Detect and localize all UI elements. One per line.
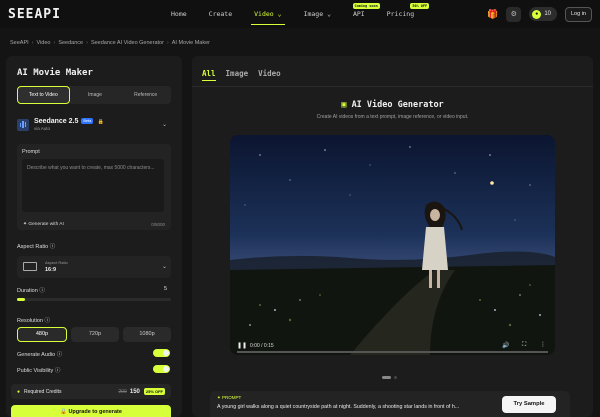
nav-home[interactable]: Home [160,0,198,28]
mode-reference[interactable]: Reference [120,86,171,104]
credit-coin-icon: ● [17,388,21,395]
credits-discount: 25% OFF [143,388,165,395]
carousel-dot[interactable] [382,376,391,379]
resolution-1080p[interactable]: 1080p [123,327,171,342]
lock-icon: 🔒 [60,409,67,415]
mode-text-to-video[interactable]: Text to Video [17,86,70,104]
volume-icon[interactable]: 🔊 [502,342,509,349]
breadcrumb-item[interactable]: SeeAPI [10,40,29,46]
aspect-ratio-value: 16:9 [45,267,57,273]
divider [192,86,593,87]
gallery-tabs: All Image Video [202,69,281,81]
model-provider: via Auto [34,126,51,131]
aspect-ratio-select[interactable]: Aspect Ratio 16:9 ⌄ [17,256,171,278]
breadcrumb: SeeAPI › Video › Seedance › Seedance AI Vid… [10,40,210,46]
breadcrumb-item[interactable]: Seedance [58,40,83,46]
video-progress[interactable] [237,351,548,353]
gallery-panel: All Image Video ▣ AI Video Generator Cre… [192,56,593,417]
aspect-ratio-sublabel: Aspect Ratio [45,260,68,265]
nav-links: Home Create Video ⌄ Image ⌄ API Coming so… [160,0,430,28]
gift-icon[interactable]: 🎁 [487,9,498,20]
generate-with-ai-button[interactable]: ✦ Generate with AI [23,222,64,227]
nav-image[interactable]: Image ⌄ [293,0,342,28]
duration-slider[interactable] [17,298,171,301]
mode-tabs: Text to Video Image Reference [17,86,171,104]
info-icon[interactable]: ⓘ [39,288,45,294]
video-frame [230,135,555,355]
aspect-ratio-label: Aspect Ratio ⓘ [17,244,56,250]
prompt-label: Prompt [22,149,40,155]
nav-pricing[interactable]: Pricing 50% OFF [376,0,430,28]
char-counter: 0/5000 [151,222,165,227]
generator-subtitle: Create AI videos from a text prompt, ima… [316,114,469,120]
ratio-icon [23,262,37,271]
nav-api[interactable]: API Coming soon [342,0,380,28]
info-icon[interactable]: ⓘ [55,368,61,374]
duration-value: 5 [164,286,168,292]
lock-icon: 🔒 [97,119,105,125]
tab-video[interactable]: Video [258,69,281,81]
upgrade-button[interactable]: 🔒 Upgrade to generate [11,405,171,417]
fullscreen-icon[interactable]: ⛶ [522,342,526,349]
generate-audio-label: Generate Audio ⓘ [17,352,63,358]
nav-actions: 🎁 ⚙ ● 10 Log in [487,0,592,28]
video-time: 0:00 / 0:15 [250,343,274,349]
beta-badge: Beta [81,118,94,125]
model-selector[interactable]: Seedance 2.5 Beta 🔒 via Auto ⌄ [17,112,171,137]
prompt-card-text: A young girl walks along a quiet country… [217,404,460,410]
discount-badge: 50% OFF [410,3,430,9]
play-icon[interactable]: ❚❚ [237,342,247,349]
resolution-480p[interactable]: 480p [17,327,67,342]
breadcrumb-current: AI Movie Maker [171,40,210,46]
info-icon[interactable]: ⓘ [45,318,51,324]
required-credits: ● Required Credits 200 150 25% OFF [11,384,171,399]
info-icon[interactable]: ⓘ [50,244,56,250]
public-visibility-label: Public Visibility ⓘ [17,368,61,374]
nav-video[interactable]: Video ⌄ [243,0,292,28]
duration-slider-fill [17,298,25,301]
credits-old: 200 [118,388,127,395]
settings-icon[interactable]: ⚙ [506,6,522,22]
more-icon[interactable]: ⋮ [540,341,546,348]
generator-title: ▣ AI Video Generator [341,100,444,110]
settings-panel: AI Movie Maker Text to Video Image Refer… [6,56,182,417]
breadcrumb-item[interactable]: Video [37,40,51,46]
try-sample-button[interactable]: Try Sample [502,396,556,413]
model-name: Seedance 2.5 [34,118,79,125]
prompt-input[interactable]: Describe what you want to create, max 50… [22,159,164,212]
panel-title: AI Movie Maker [17,68,93,78]
video-player[interactable]: ❚❚ 0:00 / 0:15 🔊 ⛶ ⋮ [230,135,555,355]
resolution-720p[interactable]: 720p [71,327,119,342]
tab-all[interactable]: All [202,69,216,81]
logo[interactable]: SEEAPI [8,7,148,22]
chevron-down-icon: ⌄ [161,122,167,128]
sparkle-icon: ✦ [23,222,28,227]
duration-label: Duration ⓘ [17,288,45,294]
public-visibility-toggle[interactable] [153,365,170,373]
prompt-card-label: ✦ PROMPT [217,395,242,400]
credits-count: 10 [544,11,551,17]
coin-icon: ● [532,9,542,19]
carousel-dot[interactable] [394,376,397,379]
resolution-label: Resolution ⓘ [17,318,51,324]
generate-audio-toggle[interactable] [153,349,170,357]
player-controls: ❚❚ 0:00 / 0:15 🔊 ⛶ ⋮ [230,337,555,355]
resolution-options: 480p 720p 1080p [17,327,171,342]
breadcrumb-item[interactable]: Seedance AI Video Generator [91,40,164,46]
credits-new: 150 [129,388,140,395]
login-button[interactable]: Log in [565,6,592,22]
model-logo-icon [17,118,29,131]
chevron-down-icon: ⌄ [161,264,167,270]
info-icon[interactable]: ⓘ [57,352,63,358]
carousel-dots [382,376,397,379]
top-nav: SEEAPI Home Create Video ⌄ Image ⌄ API Co… [0,0,600,28]
nav-create[interactable]: Create [198,0,243,28]
tab-image[interactable]: Image [226,69,249,81]
prompt-section: Prompt Describe what you want to create,… [17,144,171,230]
video-camera-icon: ▣ [341,100,347,110]
mode-image[interactable]: Image [70,86,121,104]
sparkle-icon: ✦ [217,395,221,400]
credits-pill[interactable]: ● 10 [529,7,557,21]
